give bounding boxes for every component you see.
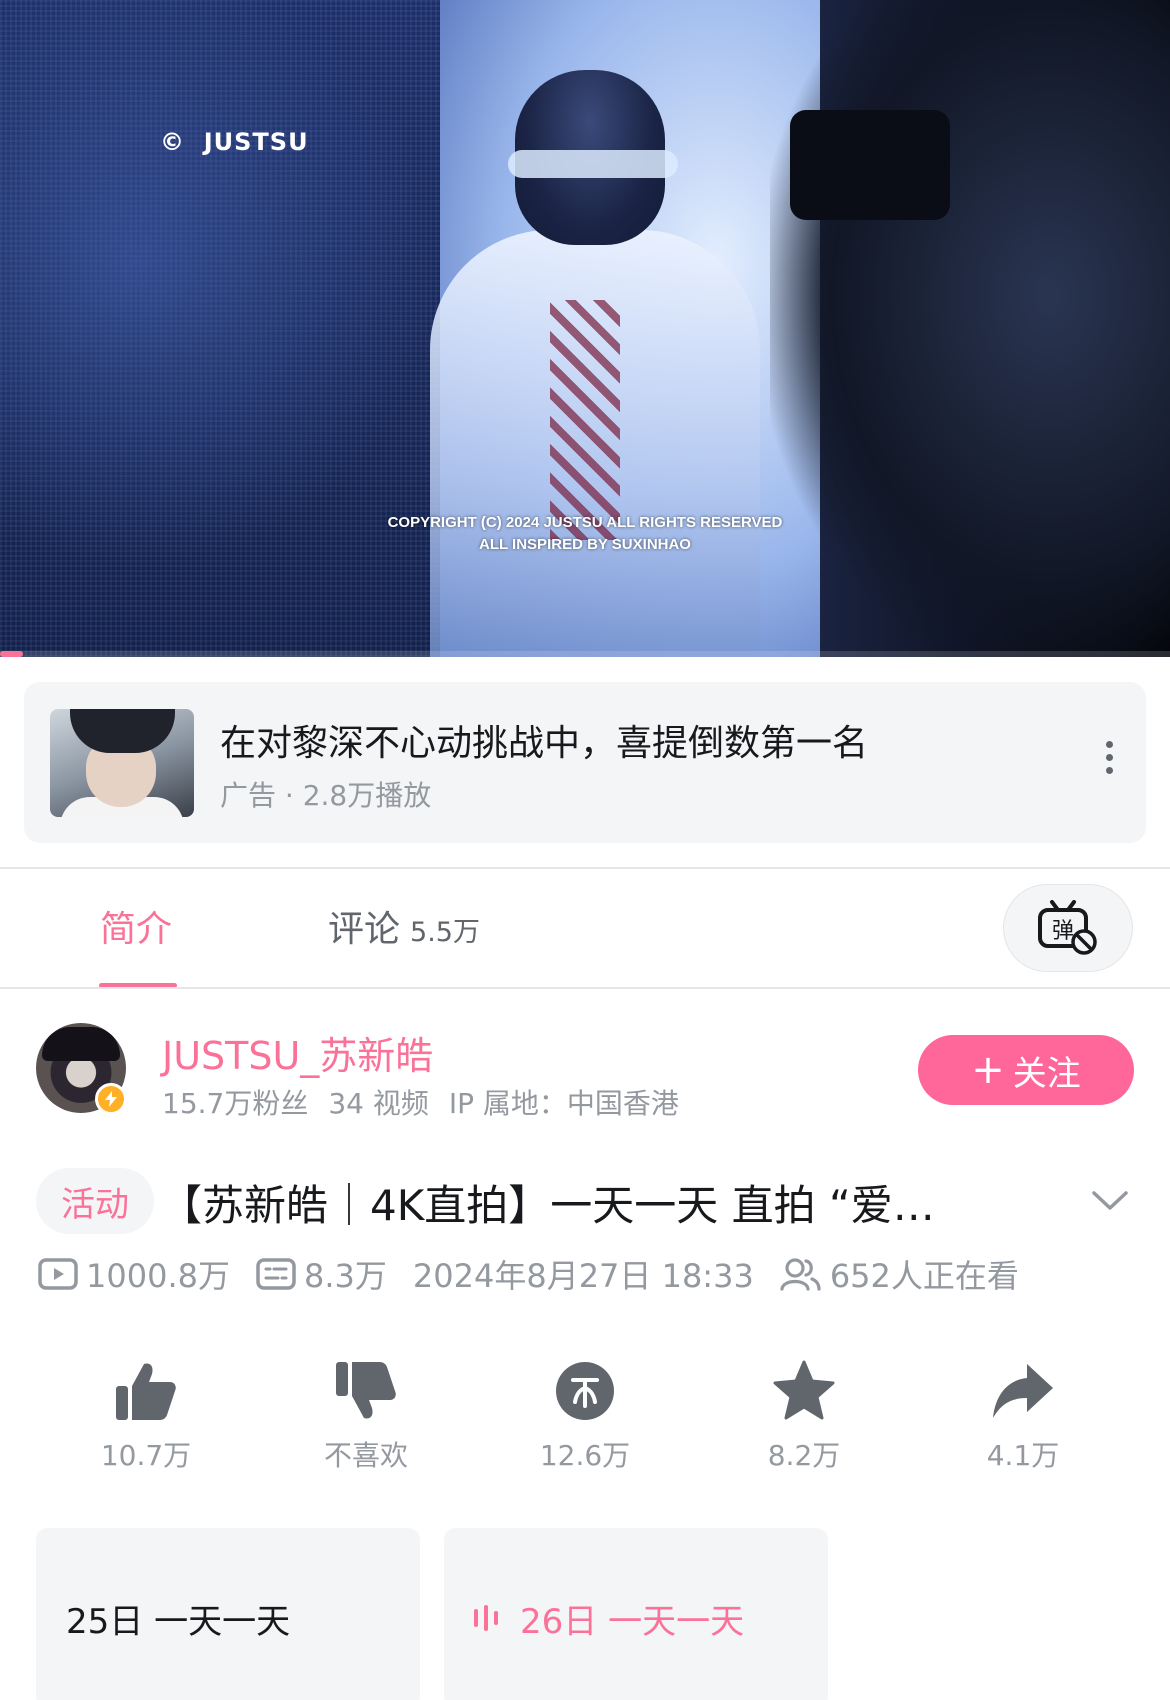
plus-icon: +: [971, 1047, 1005, 1093]
camera-operator: [770, 0, 1170, 657]
uploader-videos: 34 视频: [328, 1087, 429, 1120]
watching-now-value: 652人正在看: [829, 1257, 1019, 1295]
more-vertical-icon[interactable]: [1094, 722, 1124, 792]
chevron-down-icon[interactable]: [1090, 1185, 1130, 1215]
star-icon: [773, 1360, 835, 1420]
video-copyright: COPYRIGHT (C) 2024 JUSTSU ALL RIGHTS RES…: [360, 512, 810, 556]
tab-comments[interactable]: 评论 5.5万: [328, 900, 480, 952]
uploader-stats: 15.7万粉丝 34 视频 IP 属地：中国香港: [162, 1082, 699, 1122]
danmaku-off-icon: 弹: [1038, 900, 1097, 955]
uploader-fans: 15.7万粉丝: [162, 1087, 309, 1120]
video-progress-fill: [0, 651, 24, 657]
like-button[interactable]: 10.7万: [66, 1360, 226, 1474]
follow-button[interactable]: + 关注: [918, 1035, 1134, 1105]
thumbs-down-icon: [336, 1362, 396, 1419]
episode-label: 25日 一天一天: [66, 1601, 291, 1642]
favorite-button[interactable]: 8.2万: [724, 1360, 884, 1474]
episode-label: 26日 一天一天: [520, 1601, 745, 1642]
uploader-name[interactable]: JUSTSU_苏新皓: [162, 1025, 433, 1080]
video-watermark: © JUSTSU: [160, 128, 309, 156]
copyright-line-2: ALL INSPIRED BY SUXINHAO: [479, 536, 691, 553]
danmaku-count-icon: [256, 1258, 296, 1290]
ad-card[interactable]: 在对黎深不心动挑战中，喜提倒数第一名 广告 · 2.8万播放: [24, 682, 1146, 843]
play-count-icon: [38, 1258, 78, 1290]
video-title: 【苏新皓｜4K直拍】一天一天 直拍 “爱…: [160, 1181, 935, 1230]
play-count-value: 1000.8万: [86, 1257, 230, 1295]
ad-subtitle: 广告 · 2.8万播放: [220, 779, 432, 812]
episode-item-active[interactable]: 26日 一天一天: [444, 1528, 828, 1700]
coin-button[interactable]: 12.6万: [505, 1360, 665, 1474]
video-progress-bar[interactable]: [0, 651, 1170, 657]
ad-thumbnail: [50, 709, 194, 817]
dislike-button[interactable]: 不喜欢: [286, 1360, 446, 1474]
publish-date: 2024年8月27日 18:33: [412, 1257, 754, 1295]
action-bar: 10.7万 不喜欢 12.6万 8.2万 4.1万: [0, 1360, 1170, 1490]
tab-intro[interactable]: 简介: [100, 900, 172, 952]
dislike-label: 不喜欢: [323, 1439, 408, 1472]
danmaku-count: 8.3万: [256, 1251, 387, 1297]
uploader-ip: IP 属地：中国香港: [448, 1087, 679, 1120]
danmaku-toggle-button[interactable]: 弹: [1003, 884, 1133, 972]
viewers-icon: [780, 1258, 821, 1291]
share-icon: [993, 1364, 1053, 1418]
danmaku-count-value: 8.3万: [303, 1257, 387, 1295]
video-player[interactable]: © JUSTSU COPYRIGHT (C) 2024 JUSTSU ALL R…: [0, 0, 1170, 657]
divider: [0, 867, 1170, 869]
watching-now: 652人正在看: [780, 1251, 1019, 1297]
tab-comments-count: 5.5万: [410, 917, 480, 948]
follow-label: 关注: [1012, 1053, 1081, 1094]
copyright-line-1: COPYRIGHT (C) 2024 JUSTSU ALL RIGHTS RES…: [387, 514, 783, 531]
event-tag[interactable]: 活动: [36, 1168, 154, 1234]
stage-backdrop: [0, 0, 450, 657]
thumbs-up-icon: [116, 1363, 176, 1420]
svg-text:弹: 弹: [1052, 919, 1074, 944]
ad-title: 在对黎深不心动挑战中，喜提倒数第一名: [220, 723, 869, 764]
tab-comments-label: 评论: [328, 909, 401, 950]
divider: [0, 987, 1170, 989]
favorite-count: 8.2万: [767, 1439, 841, 1472]
video-meta: 1000.8万 8.3万 2024年8月27日 18:33 652人正在看: [38, 1252, 1045, 1296]
like-count: 10.7万: [100, 1439, 192, 1472]
episode-item[interactable]: 25日 一天一天: [36, 1528, 420, 1700]
performer: [400, 70, 830, 657]
playing-indicator-icon: [474, 1605, 498, 1631]
share-button[interactable]: 4.1万: [943, 1360, 1103, 1474]
verified-badge-icon: [95, 1083, 127, 1115]
play-count: 1000.8万: [38, 1251, 230, 1297]
share-count: 4.1万: [986, 1439, 1060, 1472]
coin-icon: [556, 1362, 614, 1420]
coin-count: 12.6万: [539, 1439, 631, 1472]
